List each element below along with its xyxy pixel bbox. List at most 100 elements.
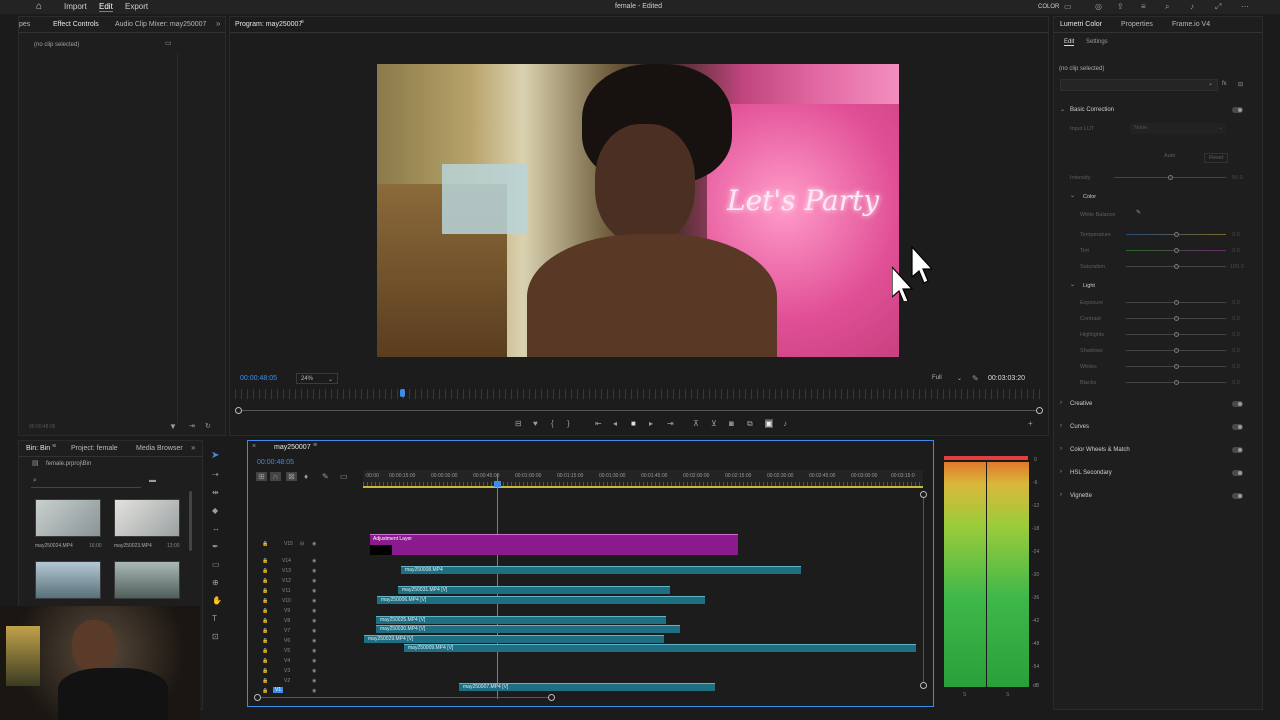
highlights-slider[interactable] [1126, 332, 1226, 337]
adjustment-layer-body[interactable] [370, 543, 738, 555]
fullscreen-icon[interactable]: ⤢ [1215, 2, 1221, 12]
stop-icon[interactable]: ■ [631, 419, 636, 428]
blacks-value[interactable]: 0.0 [1232, 380, 1240, 386]
slider-knob[interactable] [1168, 175, 1173, 180]
scroll-handle[interactable] [920, 682, 927, 689]
panel-menu-icon[interactable]: ≡ [313, 442, 317, 449]
lock-icon[interactable]: 🔒 [262, 578, 268, 584]
intensity-slider[interactable] [1114, 175, 1226, 180]
slider-knob[interactable] [1174, 264, 1179, 269]
tint-value[interactable]: 0.0 [1232, 248, 1240, 254]
panel-menu-icon[interactable]: ≡ [52, 443, 56, 450]
tab-audio-clip-mixer[interactable]: Audio Clip Mixer: may250007 [115, 21, 206, 28]
program-ruler[interactable] [235, 389, 1041, 399]
lock-icon[interactable]: 🔒 [262, 628, 268, 634]
step-back-icon[interactable]: ◂ [613, 419, 617, 428]
timeline-clip[interactable]: may250007.MP4 [V] [459, 683, 715, 691]
tab-pes[interactable]: pes [19, 21, 30, 28]
workspace-label[interactable]: COLOR [1038, 4, 1059, 10]
chevron-down-icon[interactable]: ⌄ [1070, 281, 1075, 288]
menu-import[interactable]: Import [64, 2, 87, 11]
eye-icon[interactable]: ◉ [312, 658, 316, 664]
eye-icon[interactable]: ◉ [312, 578, 316, 584]
exposure-slider[interactable] [1126, 300, 1226, 305]
loop-icon[interactable]: ↻ [205, 422, 211, 430]
subtab-settings[interactable]: Settings [1086, 39, 1108, 45]
toggle-color-wheels[interactable] [1232, 447, 1243, 453]
mark-out-icon[interactable]: } [567, 419, 570, 428]
work-area-bar[interactable] [363, 486, 923, 488]
section-basic-correction[interactable]: Basic Correction [1070, 107, 1114, 113]
input-lut-select[interactable]: None ⌄ [1130, 123, 1226, 134]
eye-icon[interactable]: ◉ [312, 558, 316, 564]
go-to-out-icon[interactable]: ⇥ [667, 419, 674, 428]
timeline-ruler[interactable]: :00:00 00:00:15:00 00:00:30:00 00:00:45:… [363, 470, 923, 488]
tab-bin[interactable]: Bin: Bin [26, 445, 50, 452]
eye-icon[interactable]: ◉ [312, 628, 316, 634]
eye-icon[interactable]: ◉ [312, 598, 316, 604]
timeline-clip[interactable]: may250030.MP4 [V] [376, 625, 680, 633]
eye-icon[interactable]: ◉ [312, 618, 316, 624]
section-light[interactable]: Light [1083, 283, 1095, 289]
clip-thumbnail[interactable] [114, 561, 180, 599]
saturation-slider[interactable] [1126, 264, 1226, 269]
proxy-toggle-icon[interactable]: ▣ [765, 419, 773, 428]
horizontal-scrollbar[interactable] [260, 697, 554, 698]
program-playhead[interactable] [400, 389, 405, 397]
eye-icon[interactable]: ◉ [312, 678, 316, 684]
menu-export[interactable]: Export [125, 2, 148, 11]
camera-icon[interactable]: ◙ [729, 419, 734, 428]
chevron-right-icon[interactable]: › [1060, 469, 1062, 475]
export-frame-icon[interactable]: ⇥ [189, 422, 195, 430]
lock-icon[interactable]: 🔒 [262, 688, 268, 694]
quality-select[interactable]: Full ⌄ [930, 373, 964, 384]
scrollbar[interactable] [189, 491, 192, 551]
chevron-right-icon[interactable]: › [1060, 400, 1062, 406]
hand-icon[interactable]: ✋ [212, 596, 222, 605]
reset-icon[interactable]: ⊟ [1238, 81, 1243, 88]
tab-lumetri-color[interactable]: Lumetri Color [1060, 21, 1102, 28]
clip-thumbnail[interactable] [114, 499, 180, 537]
slip-icon[interactable]: ↔ [212, 524, 220, 533]
step-forward-icon[interactable]: ▸ [649, 419, 653, 428]
slider-knob[interactable] [1174, 300, 1179, 305]
toggle-basic-correction[interactable] [1232, 107, 1243, 113]
slider-knob[interactable] [1174, 232, 1179, 237]
mark-clip-icon[interactable]: ⊟ [515, 419, 522, 428]
timeline-clip[interactable]: may250031.MP4 [V] [398, 586, 670, 594]
shadows-slider[interactable] [1126, 348, 1226, 353]
slider-knob[interactable] [1174, 316, 1179, 321]
menu-icon[interactable]: ≡ [1141, 2, 1146, 11]
clip-thumbnail[interactable] [35, 561, 101, 599]
chevron-down-icon[interactable]: ⌄ [1070, 192, 1075, 199]
eye-icon[interactable]: ◉ [312, 688, 316, 694]
scroll-handle-right[interactable] [1036, 407, 1043, 414]
captions-icon[interactable]: ⊡ [212, 632, 219, 641]
lock-icon[interactable]: 🔒 [262, 568, 268, 574]
toggle-timeline-icon[interactable]: ▭ [165, 39, 172, 47]
scroll-handle[interactable] [920, 491, 927, 498]
lock-icon[interactable]: 🔒 [262, 608, 268, 614]
adjustment-layer-clip[interactable]: Adjustment Layer [370, 534, 738, 543]
eye-icon[interactable]: ◉ [312, 638, 316, 644]
audio-icon[interactable]: ♪ [783, 419, 787, 428]
chevron-right-icon[interactable]: › [1060, 423, 1062, 429]
wrench-icon[interactable]: ✎ [322, 472, 329, 481]
workspace-icon[interactable]: ▭ [1064, 2, 1072, 11]
slider-knob[interactable] [1174, 332, 1179, 337]
intensity-value[interactable]: 50.0 [1232, 175, 1243, 181]
slider-knob[interactable] [1174, 348, 1179, 353]
sync-lock-icon[interactable]: ⊟ [300, 541, 304, 547]
tab-project[interactable]: Project: female [71, 445, 118, 452]
search-icon[interactable]: ⌕ [1165, 2, 1169, 12]
eye-icon[interactable]: ◉ [312, 568, 316, 574]
section-vignette[interactable]: Vignette [1070, 493, 1092, 499]
lock-icon[interactable]: 🔒 [262, 541, 268, 547]
fx-icon[interactable]: fx [1222, 81, 1227, 87]
zoom-scrollbar[interactable] [238, 410, 1042, 411]
tint-slider[interactable] [1126, 248, 1226, 253]
lumetri-icon[interactable]: ◎ [1095, 2, 1102, 11]
eye-icon[interactable]: ◉ [312, 541, 316, 547]
lock-icon[interactable]: 🔒 [262, 588, 268, 594]
clip-selector[interactable]: ⌄ [1060, 79, 1218, 91]
